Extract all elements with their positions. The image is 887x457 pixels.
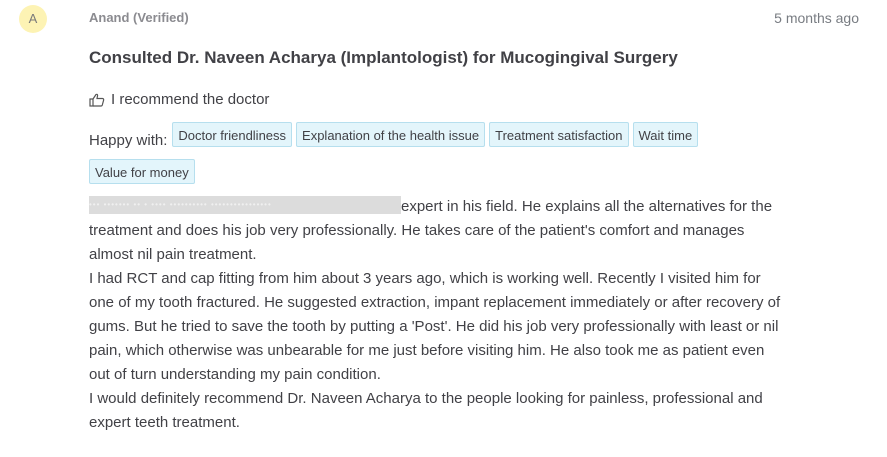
review-paragraph: ••• ••••••• •• • •••• •••••••••• •••••••…: [89, 195, 789, 267]
happy-with-section: Happy with: Doctor friendliness Explanat…: [89, 122, 769, 196]
happy-tag: Doctor friendliness: [172, 122, 293, 147]
redacted-text: ••• ••••••• •• • •••• •••••••••• •••••••…: [89, 196, 401, 214]
review-time: 5 months ago: [774, 10, 859, 26]
recommend-indicator: I recommend the doctor: [89, 91, 269, 108]
reviewer-name: Anand (Verified): [89, 10, 189, 25]
happy-tag: Wait time: [632, 122, 699, 147]
recommend-text: I recommend the doctor: [111, 91, 270, 108]
thumbs-up-icon: [89, 93, 105, 107]
happy-with-label: Happy with:: [89, 132, 168, 149]
review-body: ••• ••••••• •• • •••• •••••••••• •••••••…: [89, 195, 789, 435]
avatar: A: [19, 5, 47, 33]
review-title: Consulted Dr. Naveen Acharya (Implantolo…: [89, 48, 678, 67]
happy-tag: Explanation of the health issue: [296, 122, 486, 147]
happy-tag: Treatment satisfaction: [489, 122, 629, 147]
review-paragraph: I would definitely recommend Dr. Naveen …: [89, 390, 763, 431]
review-paragraph: I had RCT and cap fitting from him about…: [89, 270, 781, 383]
happy-tag: Value for money: [89, 159, 195, 184]
